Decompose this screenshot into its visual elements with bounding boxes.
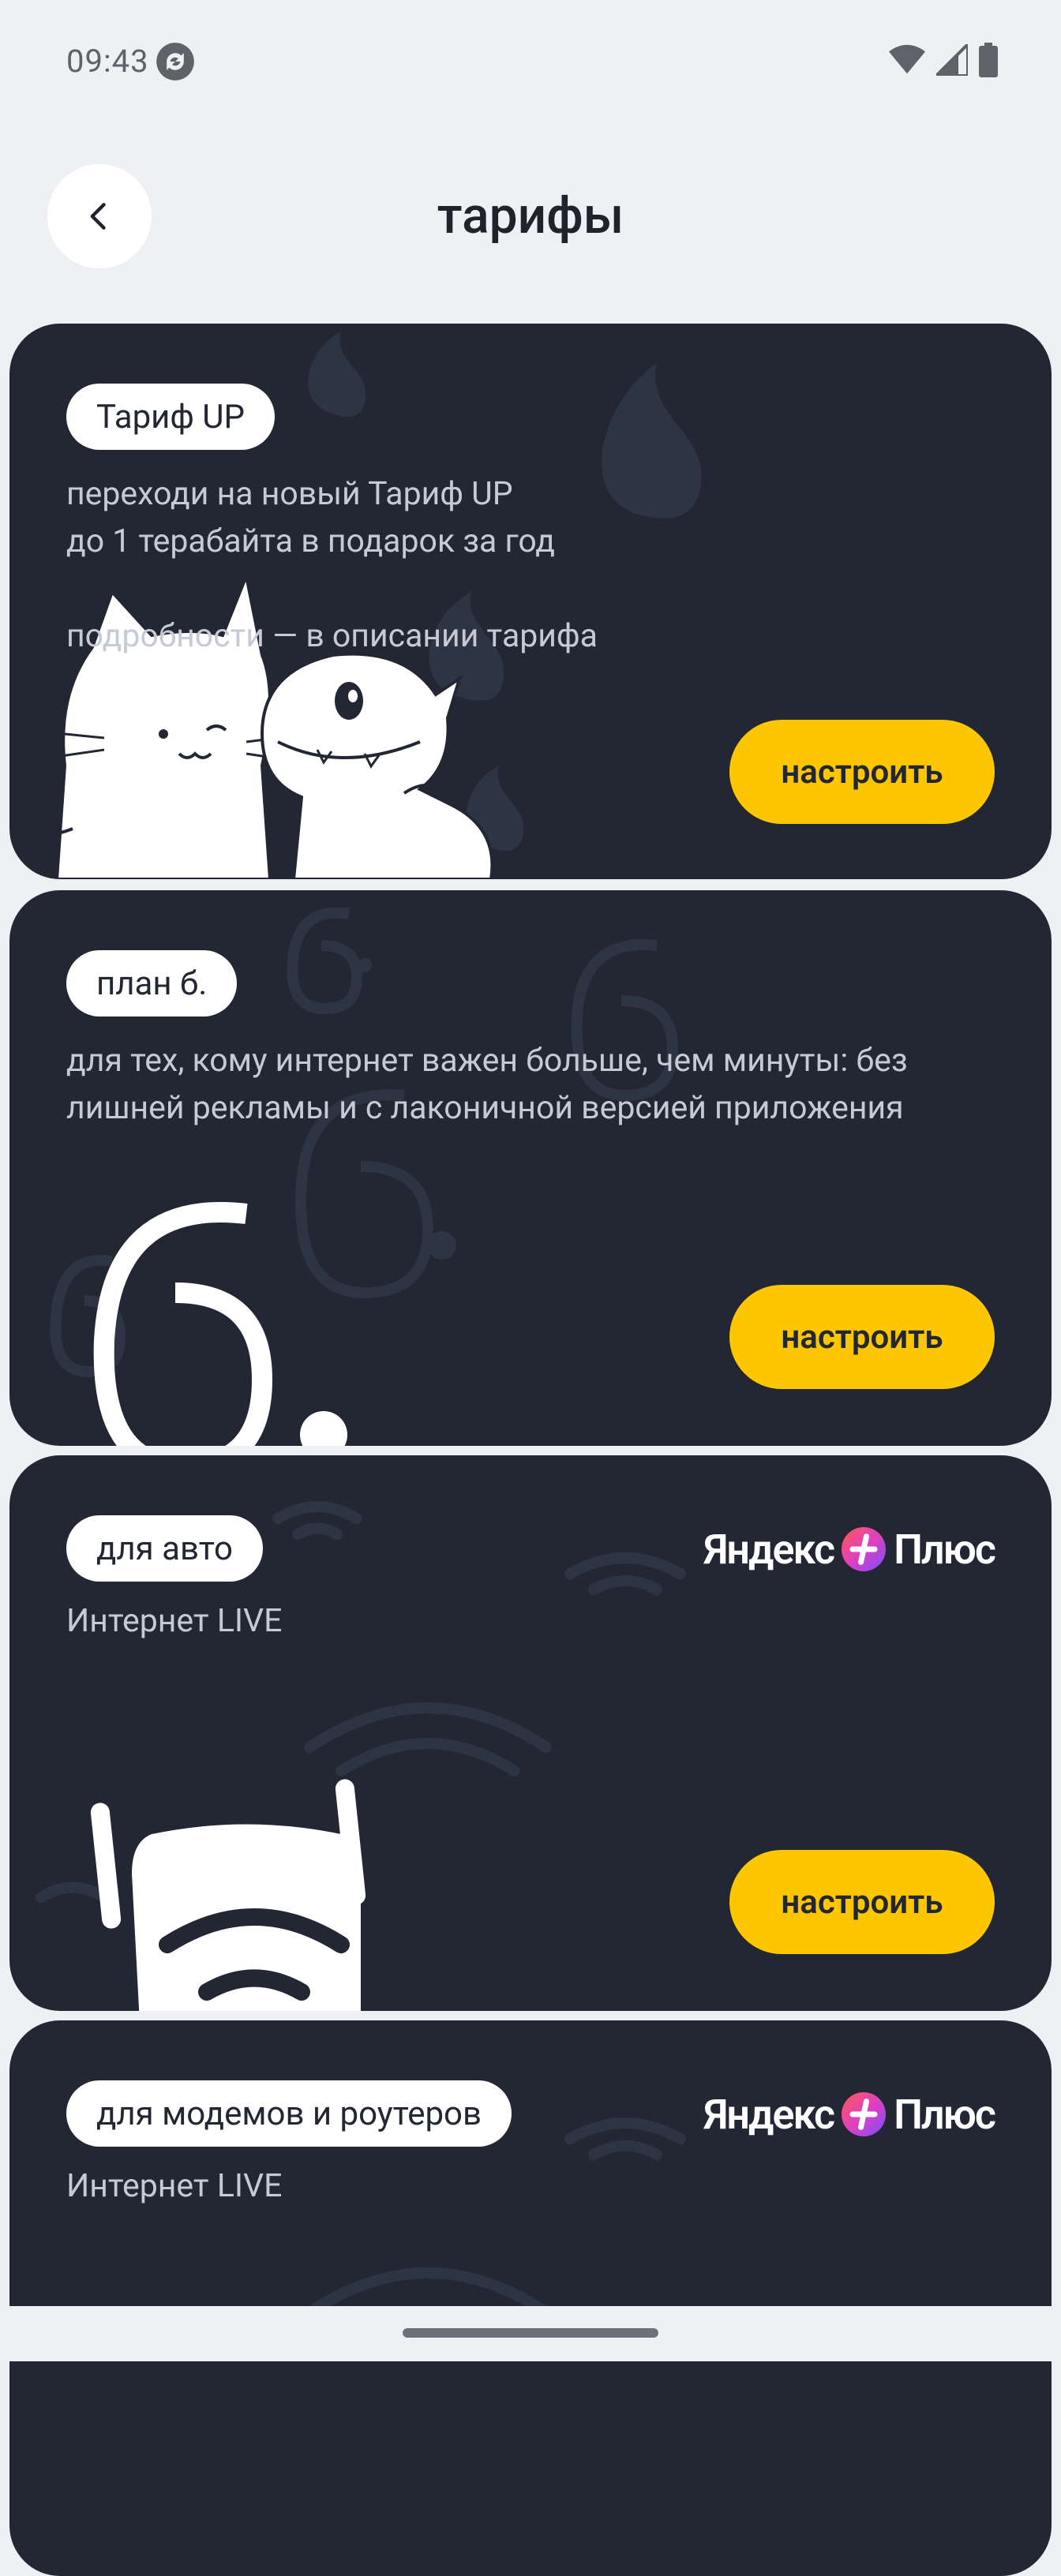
wifi-icon — [889, 44, 925, 74]
description-line: Интернет LIVE — [66, 1602, 283, 1640]
signal-icon — [936, 44, 968, 76]
description-line: для тех, кому интернет важен больше, чем… — [66, 1042, 908, 1080]
description-line: лишней рекламы и с лаконичной версией пр… — [66, 1089, 904, 1127]
status-time: 09:43 — [66, 43, 149, 80]
description-line — [66, 565, 598, 612]
tariff-description: для тех, кому интернет важен больше, чем… — [66, 1037, 908, 1132]
tariff-tag: для авто — [66, 1515, 264, 1582]
yandex-plus-logo-left: Яндекс — [703, 1525, 835, 1574]
plus-icon — [842, 2092, 887, 2136]
configure-button[interactable]: настроить — [729, 1850, 995, 1954]
configure-button[interactable]: настроить — [729, 720, 995, 824]
status-icons — [889, 43, 998, 77]
yandex-plus-logo: Яндекс Плюс — [703, 1522, 996, 1577]
yandex-plus-logo-right: Плюс — [894, 1525, 996, 1574]
tariff-description: Интернет LIVE — [66, 2162, 282, 2210]
header: тарифы — [0, 158, 1061, 276]
description-line: переходи на новый Тариф UP — [66, 475, 513, 513]
configure-button[interactable]: настроить — [729, 1285, 995, 1389]
tariff-card-auto[interactable]: для авто Яндекс Плюс Интернет LIVE настр… — [9, 1455, 1052, 2011]
tariff-card-modems[interactable]: для модемов и роутеров Яндекс Плюс Интер… — [9, 2020, 1052, 2576]
description-line: до 1 терабайта в подарок за год — [66, 522, 556, 560]
yandex-plus-logo: Яндекс Плюс — [703, 2087, 996, 2142]
page-title: тарифы — [437, 186, 624, 245]
battery-icon — [979, 43, 998, 77]
tariff-card-up[interactable]: Тариф UP переходи на новый Тариф UP до 1… — [9, 324, 1052, 879]
sync-icon — [156, 43, 194, 80]
yandex-plus-logo-right: Плюс — [894, 2090, 996, 2139]
description-line: Интернет LIVE — [66, 2167, 283, 2205]
tariff-tag: план б. — [66, 950, 238, 1017]
description-line: подробности — в описании тарифа — [66, 617, 598, 655]
tariff-description: Интернет LIVE — [66, 1597, 282, 1645]
status-bar: 09:43 — [0, 0, 1061, 118]
tariff-tag: для модемов и роутеров — [66, 2080, 512, 2147]
tariff-card-plan-b[interactable]: план б. для тех, кому интернет важен бол… — [9, 890, 1052, 1446]
plus-icon — [842, 1527, 887, 1571]
tariff-tag: Тариф UP — [66, 384, 276, 450]
home-indicator[interactable] — [403, 2328, 658, 2338]
tariff-description: переходи на новый Тариф UP до 1 терабайт… — [66, 470, 598, 660]
yandex-plus-logo-left: Яндекс — [703, 2090, 835, 2139]
